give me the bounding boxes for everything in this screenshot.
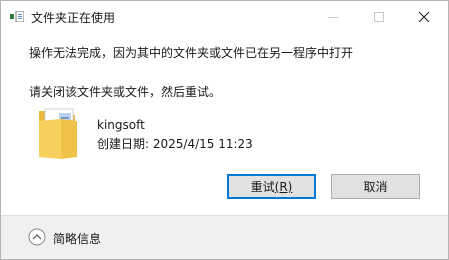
file-name: kingsoft	[97, 118, 145, 132]
retry-button[interactable]: 重试 (R)	[227, 174, 316, 199]
fewer-details-link[interactable]: 简略信息	[53, 230, 101, 247]
cancel-button[interactable]: 取消	[331, 174, 420, 199]
error-message: 操作无法完成，因为其中的文件夹或文件已在另一程序中打开	[29, 46, 354, 60]
close-icon	[419, 11, 429, 22]
file-created-date: 创建日期: 2025/4/15 11:23	[97, 135, 253, 152]
window-title: 文件夹正在使用	[31, 11, 116, 25]
maximize-button[interactable]	[357, 1, 401, 32]
retry-label: 重试	[250, 180, 275, 194]
minimize-icon	[328, 16, 338, 18]
instruction-message: 请关闭该文件夹或文件，然后重试。	[29, 85, 222, 99]
created-date-label: 创建日期:	[97, 137, 150, 151]
minimize-button[interactable]	[311, 1, 355, 32]
folder-icon	[39, 108, 77, 159]
footer-bar: 简略信息	[1, 215, 448, 259]
file-move-icon	[10, 11, 24, 22]
retry-mnemonic: (R)	[274, 179, 293, 194]
file-in-use-dialog: 文件夹正在使用 操作无法完成，因为其中的文件夹或文件已在另一程序中打开 请关闭该…	[0, 0, 449, 260]
created-date-value: 2025/4/15 11:23	[152, 137, 253, 151]
title-bar[interactable]: 文件夹正在使用	[1, 1, 448, 32]
close-button[interactable]	[402, 1, 446, 32]
maximize-icon	[374, 11, 384, 22]
chevron-up-icon[interactable]	[28, 228, 46, 246]
